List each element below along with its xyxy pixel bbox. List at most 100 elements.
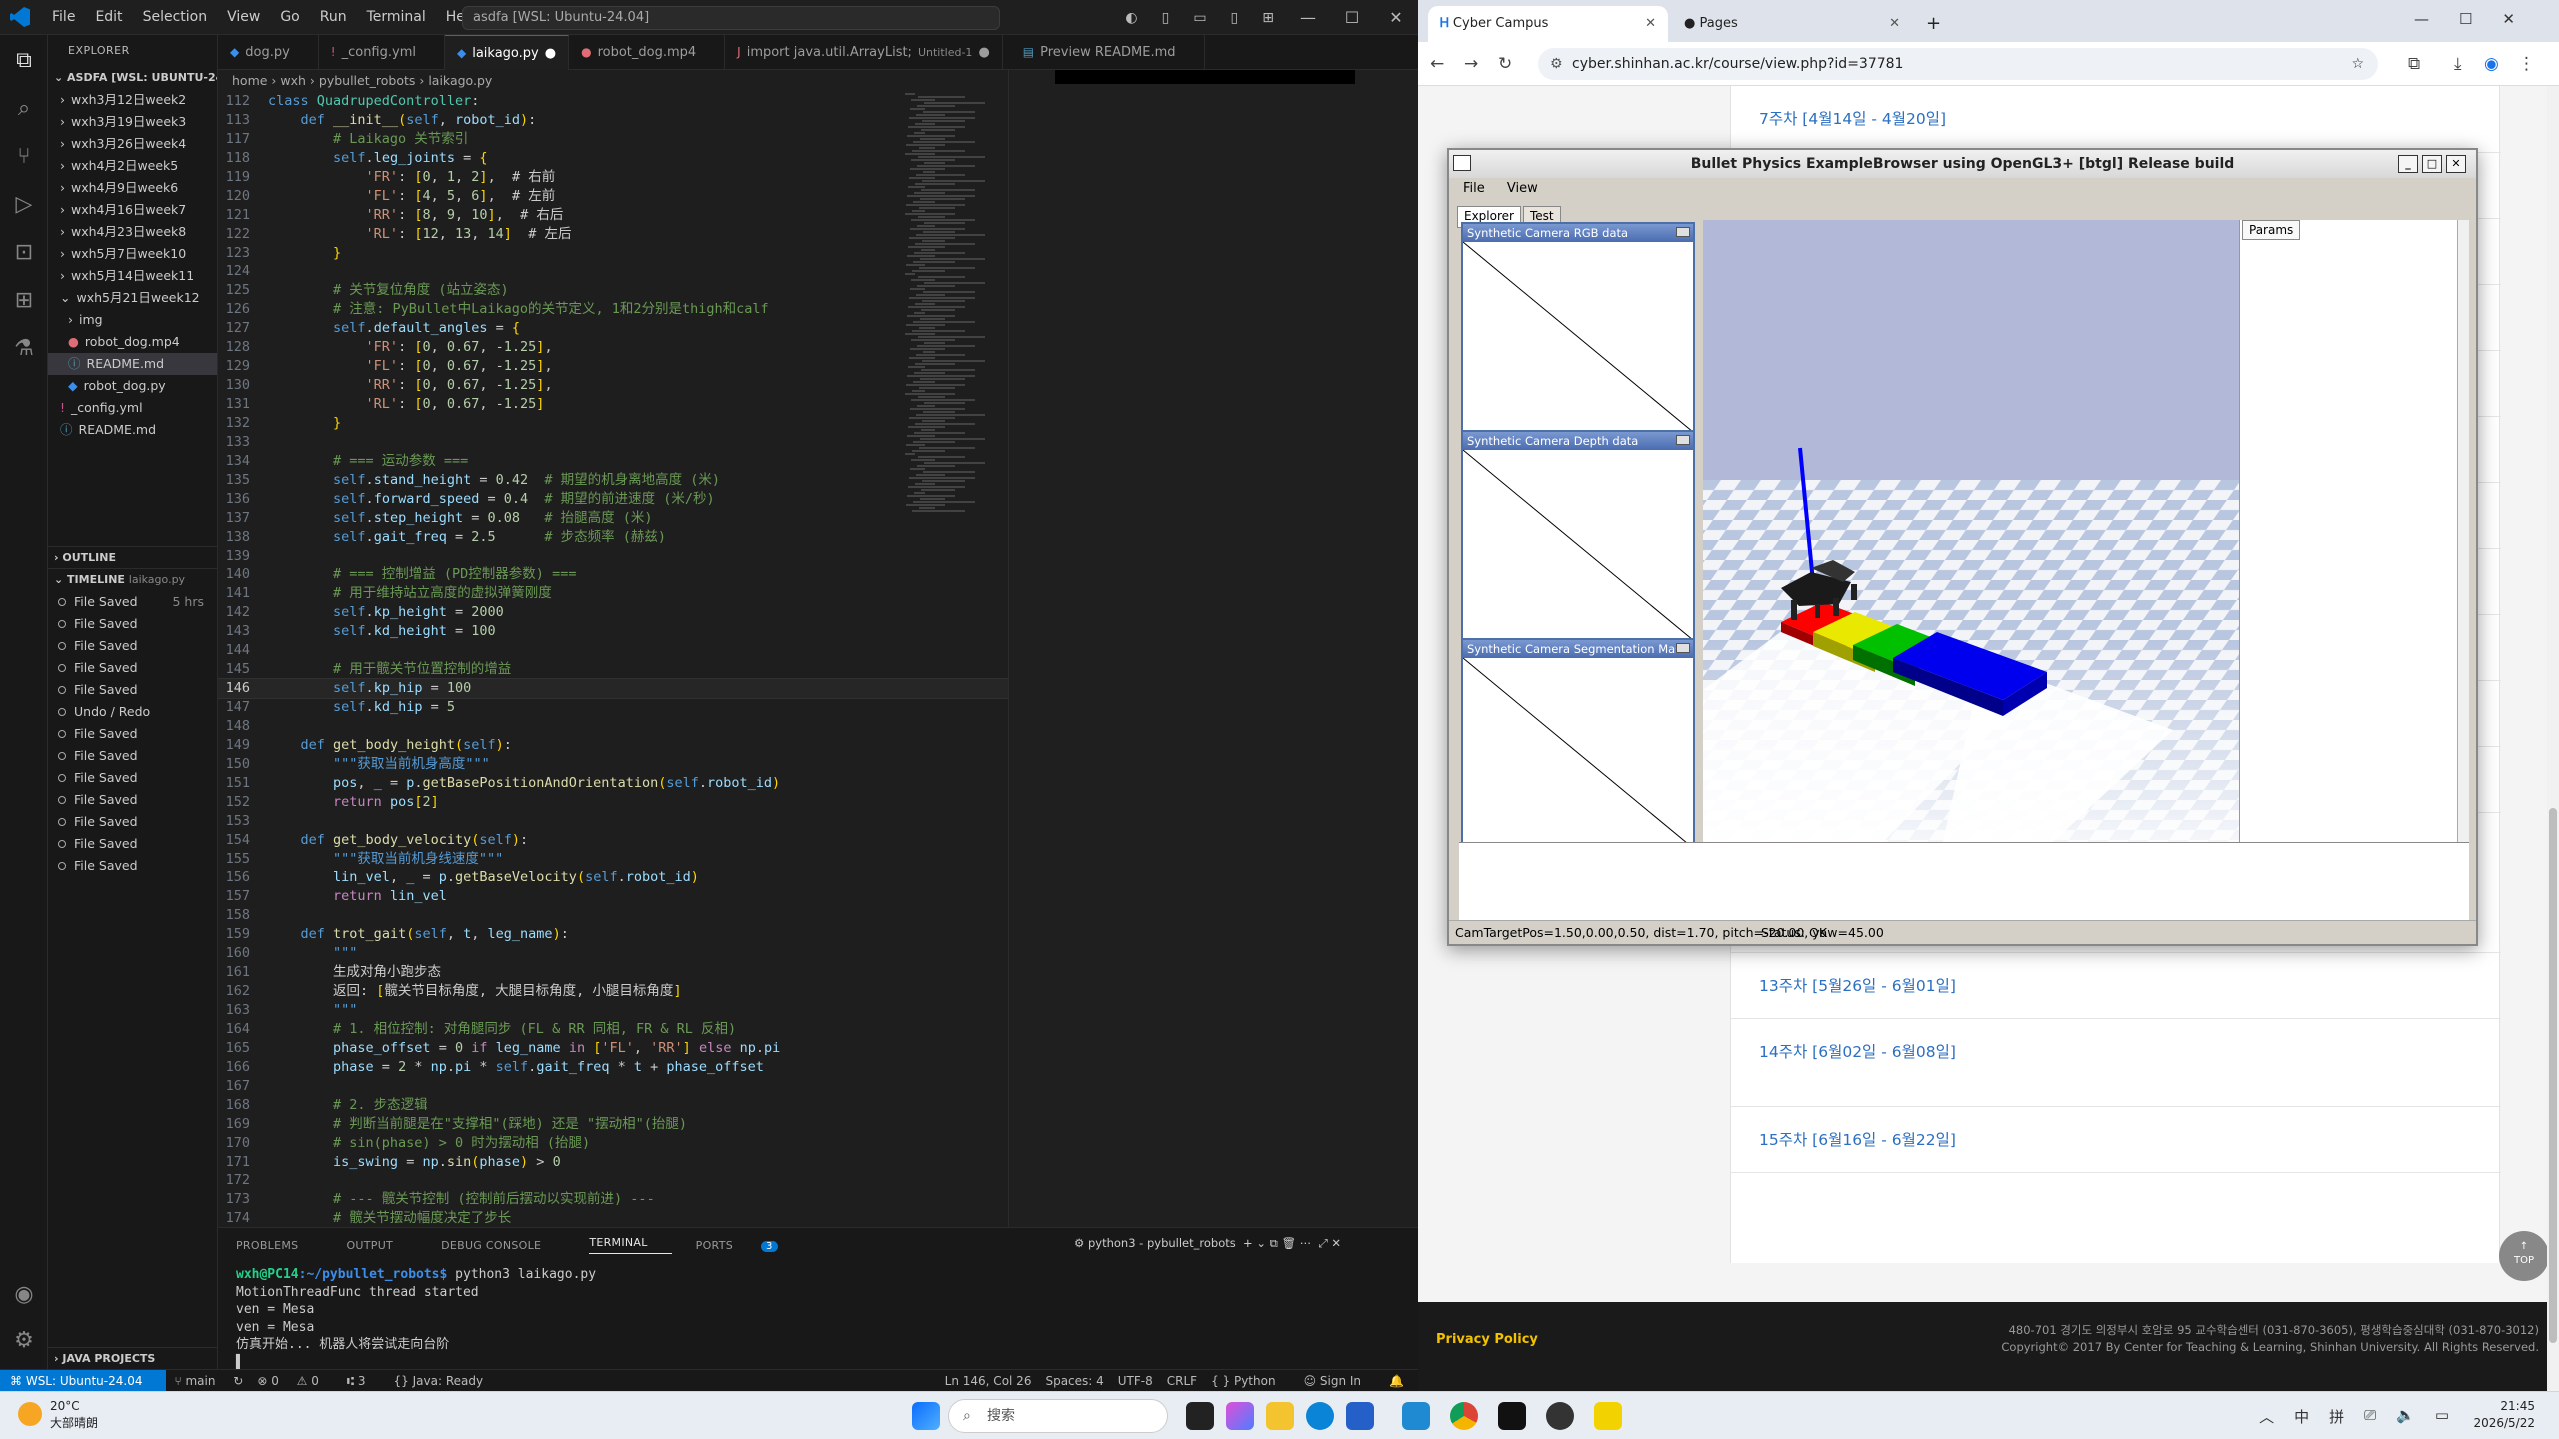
code-line[interactable]: 148 — [218, 717, 1008, 736]
timeline-item[interactable]: File Saved — [48, 613, 218, 635]
bullet-menu-file[interactable]: File — [1463, 181, 1485, 196]
notifications-bell-icon[interactable]: 🔔 — [1389, 1374, 1404, 1388]
tree-item[interactable]: ● robot_dog.mp4 — [48, 331, 217, 353]
code-line[interactable]: 131 'RL': [0, 0.67, -1.25] — [218, 395, 1008, 414]
forward-icon[interactable]: → — [1464, 54, 1478, 74]
new-tab-button[interactable]: + — [1918, 6, 1948, 42]
code-line[interactable]: 141 # 用于维持站立高度的虚拟弹簧刚度 — [218, 584, 1008, 603]
weather-widget[interactable]: 20°C 大部晴朗 — [16, 1398, 98, 1432]
copilot-icon[interactable]: ◐ — [1125, 10, 1137, 26]
menu-item[interactable]: Terminal — [367, 9, 426, 25]
command-center[interactable]: asdfa [WSL: Ubuntu-24.04] — [462, 6, 1000, 30]
code-line[interactable]: 139 — [218, 547, 1008, 566]
code-line[interactable]: 122 'RL': [12, 13, 14] # 左后 — [218, 225, 1008, 244]
code-line[interactable]: 135 self.stand_height = 0.42 # 期望的机身离地高度… — [218, 471, 1008, 490]
encoding[interactable]: UTF-8 — [1118, 1374, 1153, 1388]
tree-item[interactable]: › img — [48, 309, 217, 331]
timeline-item[interactable]: File Saved — [48, 767, 218, 789]
volume-icon[interactable]: 🔈 — [2396, 1406, 2415, 1427]
scroll-thumb[interactable] — [2549, 808, 2557, 1343]
toggle-panel-icon[interactable]: ▭ — [1193, 10, 1206, 26]
code-line[interactable]: 120 'FL': [4, 5, 6], # 左前 — [218, 187, 1008, 206]
settings-gear-icon[interactable]: ⚙ — [10, 1327, 38, 1355]
code-line[interactable]: 172 — [218, 1171, 1008, 1190]
code-line[interactable]: 123 } — [218, 244, 1008, 263]
bullet-menu-view[interactable]: View — [1507, 181, 1538, 196]
account-icon[interactable]: ◉ — [10, 1281, 38, 1309]
language-mode[interactable]: { } Python — [1211, 1374, 1290, 1388]
code-line[interactable]: 150 """获取当前机身高度""" — [218, 755, 1008, 774]
code-line[interactable]: 168 # 2. 步态逻辑 — [218, 1096, 1008, 1115]
collapse-icon[interactable] — [1676, 227, 1690, 237]
download-icon[interactable]: ⤓ — [2454, 54, 2462, 74]
bullet-maximize-button[interactable]: □ — [2422, 155, 2442, 173]
start-windows-icon[interactable] — [912, 1402, 940, 1430]
code-line[interactable]: 170 # sin(phase) > 0 时为摆动相 (抬腿) — [218, 1134, 1008, 1153]
code-line[interactable]: 121 'RR': [8, 9, 10], # 右后 — [218, 206, 1008, 225]
code-line[interactable]: 154 def get_body_velocity(self): — [218, 831, 1008, 850]
minimap[interactable] — [905, 92, 985, 692]
editor-tab[interactable]: ! _config.yml — [319, 35, 445, 70]
week-link[interactable]: 7주차 [4월14일 - 4월20일] — [1759, 110, 1946, 128]
end-of-line[interactable]: CRLF — [1167, 1374, 1197, 1388]
panel-tab[interactable]: DEBUG CONSOLE — [441, 1239, 565, 1252]
code-line[interactable]: 140 # === 控制增益 (PD控制器参数) === — [218, 565, 1008, 584]
tree-item[interactable]: ◆ robot_dog.py — [48, 375, 217, 397]
store-icon[interactable] — [1346, 1402, 1374, 1430]
ime-mode[interactable]: 中 — [2294, 1406, 2309, 1427]
3d-viewport[interactable] — [1703, 220, 2239, 842]
back-to-top-button[interactable]: ↑ TOP — [2499, 1231, 2549, 1281]
tree-item[interactable]: › wxh4月23日week8 — [48, 221, 217, 243]
code-line[interactable]: 124 — [218, 262, 1008, 281]
bullet-minimize-button[interactable]: _ — [2398, 155, 2418, 173]
code-line[interactable]: 143 self.kd_height = 100 — [218, 622, 1008, 641]
tree-item[interactable]: › wxh4月16日week7 — [48, 199, 217, 221]
week-row[interactable]: 13주차 [5월26일 - 6월01일] — [1731, 952, 2501, 1018]
search-icon[interactable]: ⌕ — [10, 95, 38, 123]
remote-explorer-icon[interactable]: ⊡ — [10, 239, 38, 267]
code-line[interactable]: 129 'FL': [0, 0.67, -1.25], — [218, 357, 1008, 376]
code-line[interactable]: 166 phase = 2 * np.pi * self.gait_freq *… — [218, 1058, 1008, 1077]
testing-icon[interactable]: ⚗ — [10, 335, 38, 363]
code-line[interactable]: 157 return lin_vel — [218, 887, 1008, 906]
code-line[interactable]: 161 生成对角小跑步态 — [218, 963, 1008, 982]
week-link[interactable]: 14주차 [6월02일 - 6월08일] — [1759, 1043, 1956, 1061]
code-line[interactable]: 146 self.kp_hip = 100 — [218, 678, 1008, 699]
close-button[interactable]: ✕ — [1374, 8, 1418, 27]
camera-rgb-header[interactable]: Synthetic Camera RGB data — [1463, 224, 1693, 242]
menu-item[interactable]: Run — [320, 9, 347, 25]
breadcrumb-item[interactable]: pybullet_robots — [319, 73, 415, 88]
code-line[interactable]: 173 # --- 髋关节控制 (控制前后摆动以实现前进) --- — [218, 1190, 1008, 1209]
linux-tux-icon[interactable] — [1594, 1402, 1622, 1430]
cast-icon[interactable]: ⧉ — [2408, 54, 2420, 74]
code-editor[interactable]: 112 class QuadrupedController: 113 def __i… — [218, 92, 1008, 1227]
breadcrumb-item[interactable]: laikago.py — [428, 73, 492, 88]
timeline-item[interactable]: File Saved — [48, 855, 218, 877]
code-line[interactable]: 119 'FR': [0, 1, 2], # 右前 — [218, 168, 1008, 187]
reload-icon[interactable]: ↻ — [1498, 54, 1512, 74]
timeline-item[interactable]: File Saved — [48, 635, 218, 657]
ime-pinyin[interactable]: 拼 — [2329, 1406, 2344, 1427]
unsaved-dot-icon[interactable]: ● — [545, 36, 556, 71]
file-explorer-icon[interactable] — [1266, 1402, 1294, 1430]
site-info-icon[interactable]: ⚙ — [1550, 48, 1563, 80]
code-line[interactable]: 112 class QuadrupedController: — [218, 92, 1008, 111]
extensions-icon[interactable]: ⊞ — [10, 287, 38, 315]
week-link[interactable]: 15주차 [6월16일 - 6월22일] — [1759, 1131, 1956, 1149]
code-line[interactable]: 152 return pos[2] — [218, 793, 1008, 812]
code-line[interactable]: 132 } — [218, 414, 1008, 433]
code-line[interactable]: 174 # 髋关节摆动幅度决定了步长 — [218, 1209, 1008, 1227]
code-line[interactable]: 162 返回: [髋关节目标角度, 大腿目标角度, 小腿目标角度] — [218, 982, 1008, 1001]
outline-header[interactable]: › OUTLINE — [48, 547, 218, 569]
panel-tab[interactable]: TERMINAL — [589, 1236, 672, 1254]
timeline-item[interactable]: Undo / Redo — [48, 701, 218, 723]
code-line[interactable]: 118 self.leg_joints = { — [218, 149, 1008, 168]
clock[interactable]: 21:45 2026/5/22 — [2473, 1398, 2535, 1432]
code-line[interactable]: 142 self.kp_height = 2000 — [218, 603, 1008, 622]
code-line[interactable]: 165 phase_offset = 0 if leg_name in ['FL… — [218, 1039, 1008, 1058]
code-line[interactable]: 144 — [218, 641, 1008, 660]
code-line[interactable]: 167 — [218, 1077, 1008, 1096]
tree-item[interactable]: › wxh3月12日week2 — [48, 89, 217, 111]
tab-pages[interactable]: ● Pages ✕ — [1672, 6, 1912, 42]
code-line[interactable]: 151 pos, _ = p.getBasePositionAndOrienta… — [218, 774, 1008, 793]
